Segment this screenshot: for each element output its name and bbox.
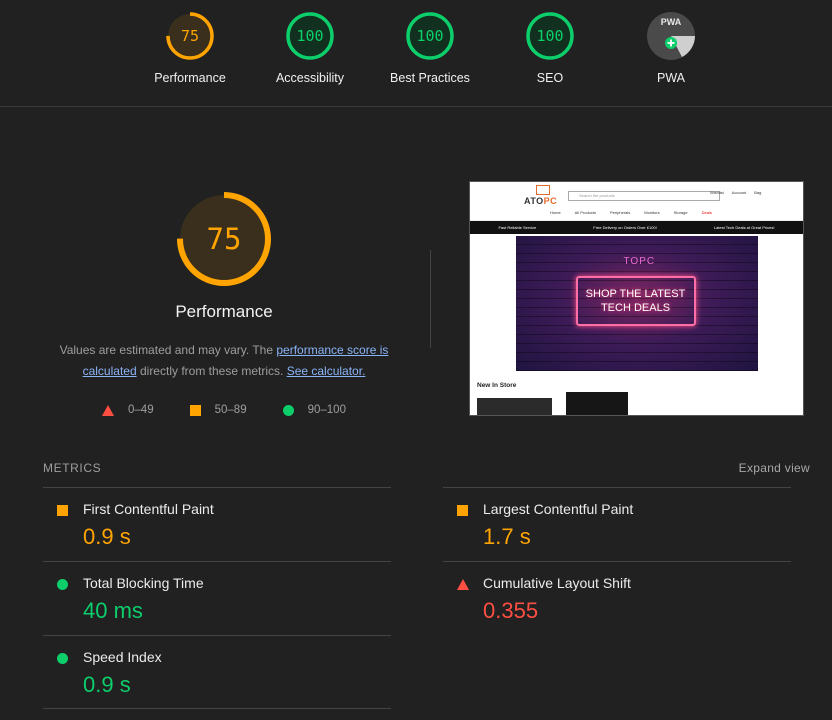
band-item: Fast Reliable Service bbox=[498, 225, 537, 230]
gauge-ring: 100 bbox=[405, 11, 455, 61]
site-nav-item: All Products bbox=[574, 210, 597, 215]
site-nav-item: Deals bbox=[701, 210, 712, 215]
site-info-band: Fast Reliable Service Free Delivery on O… bbox=[470, 221, 803, 234]
legend-pass: 90–100 bbox=[282, 404, 346, 416]
performance-description: Values are estimated and may vary. The p… bbox=[51, 340, 397, 382]
gauge-ring: PWA bbox=[646, 11, 696, 61]
performance-score-gauge: 75 bbox=[175, 190, 273, 288]
metric-value: 0.355 bbox=[483, 598, 539, 623]
gauge-score: 100 bbox=[296, 27, 324, 45]
gauge-label: SEO bbox=[536, 71, 564, 85]
hero-brand: TOPC bbox=[623, 256, 656, 267]
green-circle-icon bbox=[57, 579, 68, 590]
metric-value: 40 ms bbox=[83, 598, 143, 623]
expand-view-toggle[interactable]: Expand view bbox=[739, 461, 810, 475]
site-logo: ATOPC bbox=[524, 196, 557, 206]
wishlist-icon: Wishlist bbox=[710, 190, 724, 195]
metric-name: Cumulative Layout Shift bbox=[483, 575, 631, 591]
orange-square-icon bbox=[457, 505, 468, 516]
green-circle-icon bbox=[282, 404, 294, 416]
site-nav-item: Peripherals bbox=[610, 210, 631, 215]
metrics-bottom-divider bbox=[43, 708, 391, 709]
gauge-pwa[interactable]: PWA PWA bbox=[616, 11, 726, 85]
metric-name: Total Blocking Time bbox=[83, 575, 204, 591]
metric-value: 1.7 s bbox=[483, 524, 531, 549]
metrics-header: METRICS bbox=[43, 461, 102, 475]
score-legend: 0–49 50–89 90–100 bbox=[40, 404, 408, 416]
metric-name: First Contentful Paint bbox=[83, 501, 214, 517]
band-item: Latest Tech Deals at Great Prices! bbox=[713, 225, 775, 230]
vertical-divider bbox=[430, 250, 431, 348]
bag-icon: Bag bbox=[754, 190, 762, 195]
metric-name: Largest Contentful Paint bbox=[483, 501, 634, 517]
site-header: ATOPC Search the products Wishlist Accou… bbox=[470, 182, 803, 221]
see-calculator-link[interactable]: See calculator. bbox=[287, 364, 366, 378]
site-hero-banner: TOPC SHOP THE LATEST TECH DEALS bbox=[515, 236, 758, 371]
legend-range: 90–100 bbox=[307, 404, 346, 416]
gauge-label: Best Practices bbox=[390, 71, 470, 85]
metric-speed-index[interactable]: Speed Index 0.9 s bbox=[43, 635, 391, 709]
metric-largest-contentful-paint[interactable]: Largest Contentful Paint 1.7 s bbox=[443, 487, 791, 561]
site-search: Search the products bbox=[568, 191, 720, 201]
site-nav: Home All Products Peripherals Monitors S… bbox=[550, 210, 712, 215]
red-triangle-icon bbox=[102, 404, 115, 416]
green-circle-icon bbox=[57, 653, 68, 664]
desc-text: directly from these metrics. bbox=[136, 364, 287, 378]
site-nav-item: Monitors bbox=[644, 210, 660, 215]
gauge-score: 100 bbox=[416, 27, 444, 45]
site-header-icons: Wishlist Account Bag bbox=[710, 190, 761, 195]
gauge-score: 75 bbox=[180, 27, 200, 45]
legend-fail: 0–49 bbox=[102, 404, 154, 416]
gauge-seo[interactable]: 100 SEO bbox=[495, 11, 605, 85]
legend-range: 0–49 bbox=[128, 404, 154, 416]
gauge-ring: 100 bbox=[525, 11, 575, 61]
metric-value: 0.9 s bbox=[83, 672, 131, 697]
product-image bbox=[566, 392, 628, 415]
metric-value: 0.9 s bbox=[83, 524, 131, 549]
performance-score: 75 bbox=[206, 222, 242, 256]
gauge-label: Accessibility bbox=[275, 71, 345, 85]
site-nav-item: Storage bbox=[673, 210, 688, 215]
orange-square-icon bbox=[189, 404, 201, 416]
orange-square-icon bbox=[57, 505, 68, 516]
gauge-label: Performance bbox=[154, 71, 226, 85]
logo-text-accent: PC bbox=[543, 196, 558, 206]
gauge-performance[interactable]: 75 Performance bbox=[135, 11, 245, 85]
monitor-logo-icon bbox=[536, 185, 550, 195]
desc-text: Values are estimated and may vary. The bbox=[59, 343, 277, 357]
metric-cumulative-layout-shift[interactable]: Cumulative Layout Shift 0.355 bbox=[443, 561, 791, 635]
gauge-ring: 75 bbox=[165, 11, 215, 61]
performance-title: Performance bbox=[175, 302, 273, 321]
metric-first-contentful-paint[interactable]: First Contentful Paint 0.9 s bbox=[43, 487, 391, 561]
site-nav-item: Home bbox=[550, 210, 561, 215]
final-screenshot[interactable]: ATOPC Search the products Wishlist Accou… bbox=[469, 181, 804, 416]
metric-name: Speed Index bbox=[83, 649, 162, 665]
red-triangle-icon bbox=[457, 579, 469, 590]
pwa-badge-text: PWA bbox=[660, 17, 682, 27]
gauge-score: 100 bbox=[536, 27, 564, 45]
hero-neon-sign: SHOP THE LATEST TECH DEALS bbox=[575, 276, 696, 326]
product-image bbox=[477, 398, 552, 415]
performance-summary: 75 Performance Values are estimated and … bbox=[40, 190, 408, 416]
site-section-title: New In Store bbox=[477, 382, 517, 389]
metric-total-blocking-time[interactable]: Total Blocking Time 40 ms bbox=[43, 561, 391, 635]
account-icon: Account bbox=[731, 190, 747, 195]
gauge-accessibility[interactable]: 100 Accessibility bbox=[255, 11, 365, 85]
category-gauges-bar: 75 Performance 100 Accessibility 100 Bes… bbox=[0, 0, 832, 107]
legend-average: 50–89 bbox=[189, 404, 247, 416]
gauge-ring: 100 bbox=[285, 11, 335, 61]
legend-range: 50–89 bbox=[214, 404, 247, 416]
gauge-best-practices[interactable]: 100 Best Practices bbox=[375, 11, 485, 85]
band-item: Free Delivery on Orders Over £100! bbox=[593, 225, 657, 230]
logo-text: ATO bbox=[524, 196, 544, 206]
gauge-label: PWA bbox=[656, 71, 685, 85]
